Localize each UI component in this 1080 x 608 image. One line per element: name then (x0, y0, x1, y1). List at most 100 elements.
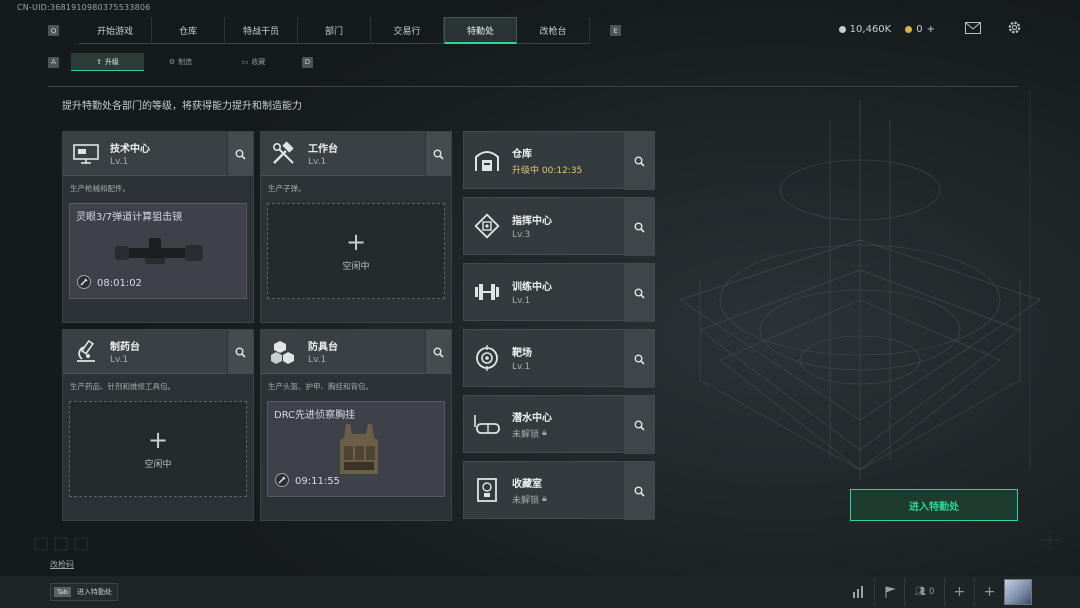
card-status: 未解锁 🔒︎ (512, 427, 552, 440)
card-title: 防具台 (308, 342, 338, 353)
avatar[interactable] (1004, 579, 1032, 605)
timer-value: 08:01:02 (97, 278, 142, 289)
card-title: 制药台 (110, 342, 140, 353)
item-name: DRC先进侦察胸挂 (274, 410, 356, 421)
subtab-upgrade-label: 升级 (104, 57, 119, 66)
tab-shortcut[interactable]: Tab 进入特勤处 (50, 583, 119, 601)
card-status: Lv.1 (512, 296, 531, 306)
plus-icon: + (345, 228, 367, 256)
lock-icon: 🔒︎ (542, 494, 547, 504)
card-level: Lv.1 (308, 355, 327, 365)
lock-icon: 🔒︎ (542, 428, 547, 438)
production-slot[interactable]: 灵眼3/7弹道计算狙击镜 08:01:02 (69, 203, 247, 299)
search-icon[interactable] (624, 132, 654, 190)
friends-count: 0 (928, 587, 935, 597)
sub-tabs: ⇪ 升级 ⚙ 制造 ▭ 收藏 (71, 53, 290, 71)
collect-icon: ▭ (241, 58, 249, 66)
mail-icon[interactable] (965, 21, 981, 37)
status-text: 未解锁 (512, 495, 540, 506)
flag-icon[interactable] (874, 578, 904, 606)
card-pharmacy[interactable]: 制药台 Lv.1 生产药品、针剂和维修工具包。 + 空闲中 (62, 329, 254, 521)
side-card-shooting-range[interactable]: 靶场 Lv.1 (463, 329, 655, 388)
subtab-craft[interactable]: ⚙ 制造 (144, 53, 217, 71)
sub-nav: A ⇪ 升级 ⚙ 制造 ▭ 收藏 D (48, 53, 313, 71)
empty-slot[interactable]: + 空闲中 (267, 203, 445, 299)
card-workbench[interactable]: 工作台 Lv.1 生产子弹。 + 空闲中 (260, 131, 452, 323)
search-icon[interactable] (624, 198, 654, 256)
target-icon (472, 343, 502, 373)
subtab-collect-label: 收藏 (251, 58, 266, 66)
tab-departments[interactable]: 部门 (298, 17, 371, 44)
item-timer: 08:01:02 (77, 275, 142, 292)
search-icon[interactable] (624, 264, 654, 322)
tab-warehouse[interactable]: 仓库 (152, 17, 225, 44)
tab-operators[interactable]: 特战干员 (225, 17, 298, 44)
friends-button[interactable]: 👥︎ 0 (904, 578, 944, 606)
card-title: 仓库 (512, 148, 532, 160)
warehouse-icon (472, 145, 502, 175)
divider (48, 86, 1018, 87)
card-description: 生产头盔、护甲、胸挂和背包。 (268, 382, 373, 391)
nav-tabs: 开始游戏 仓库 特战干员 部门 交易行 特勤处 改枪台 (79, 17, 590, 44)
card-header: 工作台 Lv.1 (261, 132, 451, 176)
cubes-icon (269, 337, 299, 367)
plus-icon: + (147, 426, 169, 454)
tab-start-game[interactable]: 开始游戏 (79, 17, 152, 44)
search-icon[interactable] (624, 396, 654, 454)
side-card-collection-room[interactable]: 收藏室 未解锁 🔒︎ (463, 461, 655, 520)
search-icon[interactable] (227, 132, 253, 176)
side-card-dive-center[interactable]: 潜水中心 未解锁 🔒︎ (463, 395, 655, 454)
card-title: 工作台 (308, 144, 338, 155)
side-card-command-center[interactable]: 指挥中心 Lv.3 (463, 197, 655, 256)
wrench-icon (275, 473, 289, 490)
page-description: 提升特勤处各部门的等级，将获得能力提升和制造能力 (62, 101, 302, 112)
card-status: 未解锁 🔒︎ (512, 493, 547, 506)
item-name: 灵眼3/7弹道计算狙击镜 (76, 212, 183, 223)
nav-prev-key[interactable]: Q (48, 25, 59, 36)
friends-icon: 👥︎ (914, 587, 926, 597)
nav-next-key[interactable]: E (610, 25, 621, 36)
card-description: 生产枪械和配件。 (70, 184, 130, 193)
card-status: 升级中 00:12:35 (512, 165, 583, 176)
tab-trading[interactable]: 交易行 (371, 17, 444, 44)
scope-image (115, 238, 203, 264)
coin-balance[interactable]: 10,460K (838, 24, 891, 35)
gear-icon[interactable] (1007, 20, 1022, 38)
coupon-add[interactable]: + (927, 24, 935, 35)
card-title: 潜水中心 (512, 412, 552, 424)
card-title: 收藏室 (512, 478, 542, 490)
search-icon[interactable] (425, 330, 451, 374)
enter-special-ops-button[interactable]: 进入特勤处 (850, 489, 1018, 521)
stats-icon[interactable] (844, 578, 874, 606)
card-header: 技术中心 Lv.1 (63, 132, 253, 176)
coupon-icon (905, 25, 913, 33)
side-card-training-center[interactable]: 训练中心 Lv.1 (463, 263, 655, 322)
tab-gunsmith[interactable]: 改枪台 (517, 17, 590, 44)
search-icon[interactable] (227, 330, 253, 374)
empty-slot[interactable]: + 空闲中 (69, 401, 247, 497)
tab-special-ops[interactable]: 特勤处 (444, 17, 517, 44)
search-icon[interactable] (624, 462, 654, 520)
gun-code-link[interactable]: 改枪码 (50, 559, 74, 570)
slot-status: 空闲中 (342, 262, 370, 272)
subtab-upgrade[interactable]: ⇪ 升级 (71, 53, 144, 71)
subnav-prev-key[interactable]: A (48, 56, 59, 68)
card-tech-center[interactable]: 技术中心 Lv.1 生产枪械和配件。 灵眼3/7弹道计算狙击镜 08:01:02 (62, 131, 254, 323)
wrench-icon (77, 275, 91, 292)
add-slot-2[interactable]: + (974, 578, 1004, 606)
production-slot[interactable]: DRC先进侦察胸挂 09:11:55 (267, 401, 445, 497)
add-slot-1[interactable]: + (944, 578, 974, 606)
status-text: 未解锁 (512, 429, 540, 440)
coupon-balance[interactable]: 0 + (905, 24, 935, 35)
craft-icon: ⚙ (168, 58, 176, 66)
card-armor-bench[interactable]: 防具台 Lv.1 生产头盔、护甲、胸挂和背包。 DRC先进侦察胸挂 09:11:… (260, 329, 452, 521)
search-icon[interactable] (425, 132, 451, 176)
search-icon[interactable] (624, 330, 654, 388)
slot-status: 空闲中 (144, 460, 172, 470)
card-title: 靶场 (512, 348, 532, 359)
subtab-collect[interactable]: ▭ 收藏 (217, 53, 290, 71)
subnav-next-key[interactable]: D (302, 56, 313, 68)
card-description: 生产药品、针剂和维修工具包。 (70, 382, 175, 391)
side-card-warehouse[interactable]: 仓库 升级中 00:12:35 (463, 131, 655, 190)
card-header: 防具台 Lv.1 (261, 330, 451, 374)
